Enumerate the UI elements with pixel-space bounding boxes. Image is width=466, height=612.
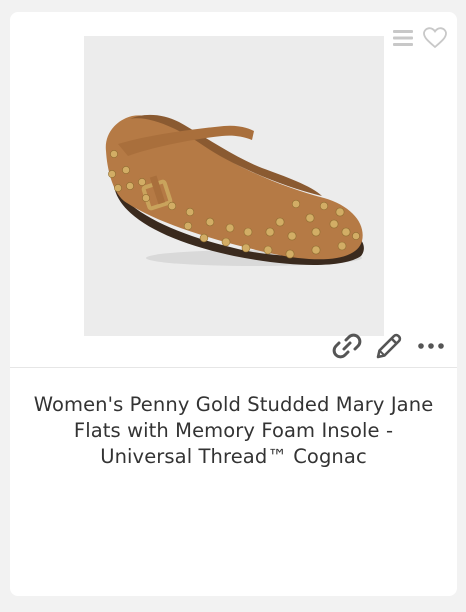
product-image[interactable] xyxy=(84,36,384,336)
card-divider xyxy=(10,367,457,368)
more-icon[interactable] xyxy=(415,330,447,362)
product-card[interactable]: Women's Penny Gold Studded Mary Jane Fla… xyxy=(10,12,457,596)
menu-icon[interactable] xyxy=(391,26,415,50)
image-actions xyxy=(331,330,447,362)
shoe-illustration xyxy=(105,114,364,266)
link-icon[interactable] xyxy=(331,330,363,362)
pencil-icon[interactable] xyxy=(373,330,405,362)
card-top-actions xyxy=(391,26,447,50)
product-title[interactable]: Women's Penny Gold Studded Mary Jane Fla… xyxy=(28,392,439,470)
heart-icon[interactable] xyxy=(423,26,447,50)
